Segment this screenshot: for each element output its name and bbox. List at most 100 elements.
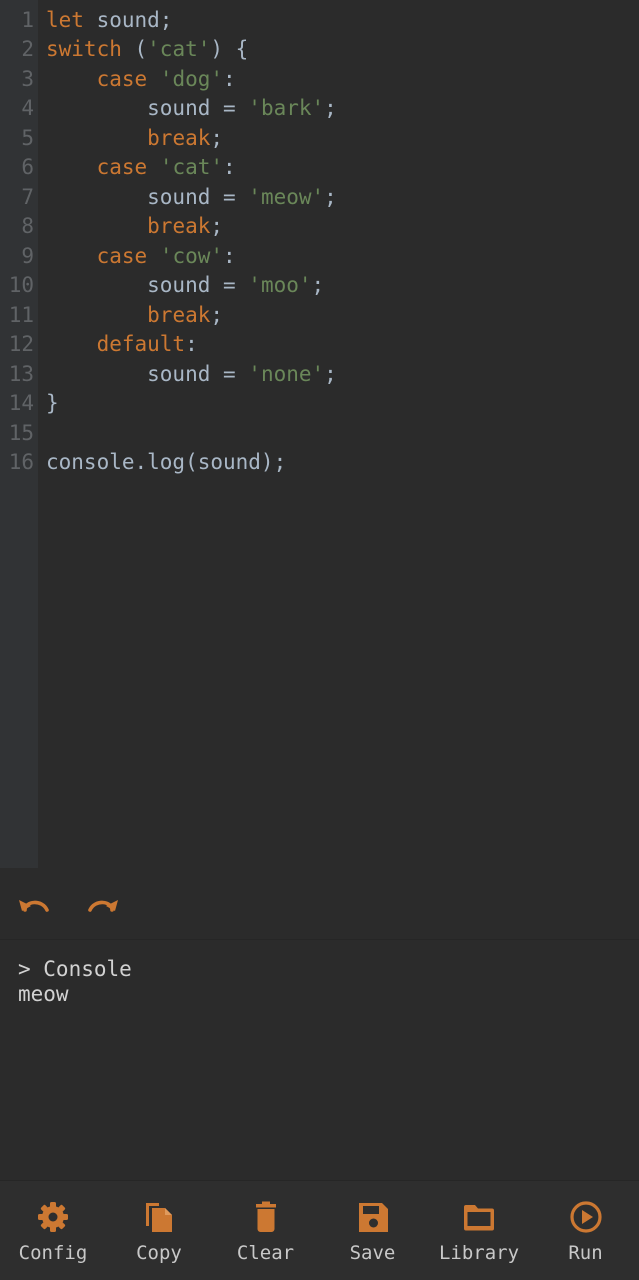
line-number: 12 <box>8 332 34 356</box>
library-button[interactable]: Library <box>426 1181 532 1280</box>
code-line[interactable]: 2 switch ('cat') { <box>0 35 639 65</box>
code-text: sound = 'none'; <box>46 360 337 390</box>
line-number: 4 <box>21 96 34 120</box>
code-token: ; <box>210 125 224 150</box>
string-token: 'dog' <box>159 66 224 91</box>
code-line[interactable]: 1 let sound; <box>0 6 639 36</box>
run-button[interactable]: Run <box>532 1181 639 1280</box>
code-line[interactable]: 3 case 'dog': <box>0 65 639 95</box>
line-number: 16 <box>8 450 34 474</box>
code-text: break; <box>46 301 223 331</box>
copy-label: Copy <box>136 1242 182 1264</box>
line-number: 10 <box>8 273 34 297</box>
floppy-icon <box>358 1203 388 1232</box>
code-token: sound = <box>46 273 249 297</box>
line-number: 5 <box>21 125 34 150</box>
config-button[interactable]: Config <box>0 1181 106 1280</box>
keyword-token: case <box>96 66 148 91</box>
code-line[interactable]: 6 case 'cat': <box>0 153 639 183</box>
save-button[interactable]: Save <box>319 1181 426 1280</box>
trash-icon <box>255 1201 276 1232</box>
code-text: sound = 'meow'; <box>46 183 337 213</box>
code-token: : <box>223 155 236 179</box>
line-number: 8 <box>21 214 34 238</box>
save-label: Save <box>349 1242 396 1264</box>
code-token: ; <box>210 302 224 327</box>
code-token: } <box>46 391 59 415</box>
keyword-token: switch <box>46 37 122 61</box>
code-token: ; <box>324 184 337 209</box>
undo-icon <box>19 900 49 912</box>
code-token: ; <box>324 96 337 120</box>
line-number: 7 <box>21 184 34 209</box>
bottom-toolbar: Config Copy Clear Save Library Run <box>0 1180 639 1280</box>
code-line[interactable]: 13 sound = 'none'; <box>0 360 639 390</box>
redo-icon <box>88 900 118 912</box>
code-line[interactable]: 15 <box>0 419 639 449</box>
string-token: 'cow' <box>159 243 224 268</box>
undo-button[interactable] <box>16 888 52 920</box>
code-token: sound = <box>46 184 249 209</box>
code-token: ) { <box>210 37 249 61</box>
string-token: 'bark' <box>248 96 325 120</box>
code-text: let sound; <box>46 6 172 36</box>
code-token: sound = <box>46 96 249 120</box>
console-title: > Console <box>18 957 132 981</box>
line-number: 14 <box>8 391 34 415</box>
string-token: 'cat' <box>147 37 211 61</box>
code-line[interactable]: 9 case 'cow': <box>0 242 639 272</box>
code-token: sound = <box>46 361 249 386</box>
console-panel: > Console meow <box>0 940 639 1180</box>
copy-icon <box>146 1203 172 1232</box>
gear-icon <box>38 1202 68 1232</box>
keyword-token: let <box>46 7 84 32</box>
string-token: 'moo' <box>248 273 312 297</box>
line-number: 3 <box>21 66 34 91</box>
keyword-token: break <box>147 125 211 150</box>
code-token: : <box>223 66 236 91</box>
keyword-token: default <box>96 332 186 356</box>
line-number: 9 <box>21 243 34 268</box>
code-line[interactable]: 16 console.log(sound); <box>0 448 639 478</box>
config-label: Config <box>18 1242 88 1264</box>
code-text: sound = 'moo'; <box>46 271 324 301</box>
code-line[interactable]: 7 sound = 'meow'; <box>0 183 639 213</box>
code-token: console.log(sound); <box>46 450 287 474</box>
code-text: } <box>46 389 59 419</box>
code-editor-app: 1 let sound; 2 switch ('cat') {3 case 'dog'… <box>0 0 639 1280</box>
code-line[interactable]: 10 sound = 'moo'; <box>0 271 639 301</box>
code-token: ; <box>210 214 224 238</box>
code-line[interactable]: 12 default: <box>0 330 639 360</box>
keyword-token: case <box>96 155 148 179</box>
redo-button[interactable] <box>85 888 121 920</box>
string-token: 'meow' <box>248 184 325 209</box>
line-number: 15 <box>8 420 34 445</box>
string-token: 'cat' <box>159 155 224 179</box>
code-editor[interactable]: 1 let sound; 2 switch ('cat') {3 case 'dog'… <box>0 0 639 868</box>
code-line[interactable]: 8 break; <box>0 212 639 242</box>
run-label: Run <box>568 1242 603 1264</box>
code-line[interactable]: 14} <box>0 389 639 419</box>
clear-button[interactable]: Clear <box>212 1181 319 1280</box>
code-text: break; <box>46 212 223 242</box>
keyword-token: break <box>147 302 211 327</box>
copy-button[interactable]: Copy <box>106 1181 212 1280</box>
code-token: sound; <box>83 7 173 32</box>
line-number: 2 <box>21 37 34 61</box>
code-token: : <box>223 243 236 268</box>
code-token: ; <box>324 361 337 386</box>
folder-icon <box>464 1205 494 1231</box>
code-line[interactable]: 5 break; <box>0 124 639 154</box>
code-text: console.log(sound); <box>46 448 286 478</box>
code-text: break; <box>46 124 223 154</box>
code-line[interactable]: 4 sound = 'bark'; <box>0 94 639 124</box>
string-token: 'none' <box>248 361 325 386</box>
code-line[interactable]: 11 break; <box>0 301 639 331</box>
code-token: ( <box>121 37 148 61</box>
